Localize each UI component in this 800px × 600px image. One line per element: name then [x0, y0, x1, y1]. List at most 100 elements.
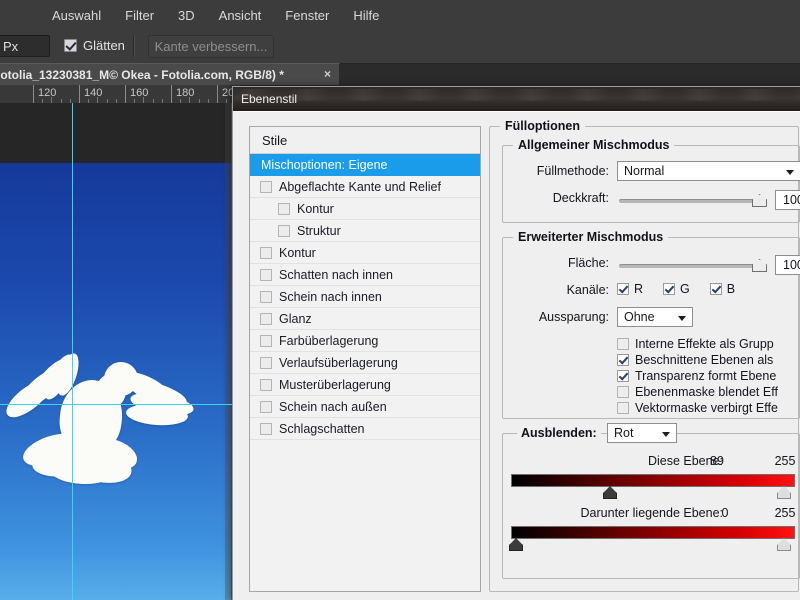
style-list-item-label: Kontur — [297, 201, 334, 216]
image-canvas[interactable] — [0, 103, 232, 600]
menu-bar: Auswahl Filter 3D Ansicht Fenster Hilfe — [0, 0, 800, 31]
channel-checkbox-r[interactable] — [617, 283, 629, 295]
style-list-item[interactable]: Farbüberlagerung — [250, 330, 480, 352]
style-effect-checkbox[interactable] — [260, 356, 272, 369]
style-effect-checkbox[interactable] — [260, 334, 272, 347]
antialias-checkbox[interactable] — [64, 39, 77, 52]
ruler-major-tick — [125, 85, 126, 103]
style-list-item[interactable]: Abgeflachte Kante und Relief — [250, 176, 480, 198]
style-list-item[interactable]: Kontur — [250, 242, 480, 264]
fill-value-field[interactable]: 100 — [775, 255, 800, 275]
dialog-title-bar[interactable]: Ebenenstil — [233, 87, 800, 111]
advanced-blending-checkbox[interactable] — [617, 386, 629, 398]
underlying-layer-min-value: 0 — [721, 506, 729, 520]
advanced-blending-option[interactable]: Vektormaske verbirgt Effe — [617, 400, 778, 416]
advanced-blending-option[interactable]: Transparenz formt Ebene — [617, 368, 778, 384]
this-layer-white-thumb[interactable] — [777, 486, 791, 499]
menu-fenster[interactable]: Fenster — [273, 4, 341, 27]
antialias-option[interactable]: Glätten — [64, 38, 125, 53]
style-list-item[interactable]: Kontur — [250, 198, 480, 220]
refine-edge-button[interactable]: Kante verbessern... — [148, 35, 274, 58]
style-list-item[interactable]: Schein nach außen — [250, 396, 480, 418]
close-icon[interactable]: × — [324, 67, 331, 81]
blend-if-group: Ausblenden: Rot Diese Ebene: 89 255 Daru… — [502, 423, 800, 579]
blend-if-channel-value: Rot — [614, 426, 634, 440]
channel-checkbox-g[interactable] — [663, 283, 676, 295]
style-list-item-label: Musterüberlagerung — [279, 377, 391, 392]
advanced-blending-group: Erweiterter Mischmodus Fläche: 100 Kanäl… — [502, 230, 800, 419]
fill-slider-thumb[interactable] — [752, 259, 767, 272]
underlying-layer-white-thumb[interactable] — [777, 538, 791, 551]
advanced-blending-option[interactable]: Interne Effekte als Grupp — [617, 336, 778, 352]
style-effect-checkbox[interactable] — [278, 224, 290, 237]
document-tab[interactable]: Fotolia_13230381_M© Okea - Fotolia.com, … — [0, 63, 340, 85]
style-list-item[interactable]: Verlaufsüberlagerung — [250, 352, 480, 374]
this-layer-max-value: 255 — [774, 454, 796, 468]
layer-style-dialog: Ebenenstil Stile Mischoptionen: Eigene Ab… — [232, 86, 800, 600]
advanced-blending-checkbox[interactable] — [617, 338, 629, 350]
advanced-blending-checkbox[interactable] — [617, 354, 629, 366]
style-list-item-label: Farbüberlagerung — [279, 333, 379, 348]
channel-g[interactable]: G — [663, 282, 690, 296]
opacity-slider-thumb[interactable] — [752, 194, 767, 207]
style-list-item[interactable]: Schlagschatten — [250, 418, 480, 440]
chevron-down-icon — [678, 316, 686, 321]
channel-checkbox-b[interactable] — [709, 283, 722, 295]
advanced-blending-option[interactable]: Beschnittene Ebenen als — [617, 352, 778, 368]
this-layer-black-thumb[interactable] — [603, 486, 617, 499]
advanced-blending-checkbox[interactable] — [617, 370, 629, 382]
title-bar-gloss — [233, 89, 800, 101]
channel-label: B — [726, 282, 736, 296]
underlying-layer-black-thumb[interactable] — [509, 538, 523, 551]
this-layer-blend-slider[interactable] — [511, 474, 795, 499]
channel-label: G — [680, 282, 690, 296]
menu-3d[interactable]: 3D — [166, 4, 207, 27]
general-blending-legend: Allgemeiner Mischmodus — [513, 138, 675, 152]
style-effect-checkbox[interactable] — [260, 180, 272, 193]
style-list-item[interactable]: Schein nach innen — [250, 286, 480, 308]
blend-mode-select[interactable]: Normal — [617, 161, 800, 181]
styles-listbox[interactable]: Stile Mischoptionen: Eigene Abgeflachte K… — [249, 126, 481, 592]
style-list-item-label: Kontur — [279, 245, 316, 260]
unit-field[interactable]: Px — [0, 35, 50, 57]
knockout-select[interactable]: Ohne — [617, 307, 693, 327]
style-list-item[interactable]: Schatten nach innen — [250, 264, 480, 286]
canvas-scrollbar[interactable] — [225, 103, 232, 600]
style-list-item[interactable]: Musterüberlagerung — [250, 374, 480, 396]
this-layer-min-value: 89 — [710, 454, 724, 468]
style-effect-checkbox[interactable] — [260, 400, 272, 413]
ruler-major-tick — [171, 85, 172, 103]
advanced-blending-checkbox[interactable] — [617, 402, 629, 414]
style-effect-checkbox[interactable] — [260, 246, 272, 259]
fill-slider[interactable] — [619, 259, 767, 272]
blend-if-channel-select[interactable]: Rot — [607, 423, 677, 443]
styles-list: Mischoptionen: Eigene Abgeflachte Kante u… — [250, 154, 480, 440]
opacity-value-field[interactable]: 100 — [775, 190, 800, 210]
opacity-slider[interactable] — [619, 194, 767, 207]
style-effect-checkbox[interactable] — [260, 290, 272, 303]
blending-options-panel: Fülloptionen Allgemeiner Mischmodus Füll… — [489, 119, 800, 592]
style-list-item[interactable]: Struktur — [250, 220, 480, 242]
style-effect-checkbox[interactable] — [260, 422, 272, 435]
style-effect-checkbox[interactable] — [260, 268, 272, 281]
channel-b[interactable]: B — [709, 282, 736, 296]
this-layer-gradient — [511, 474, 795, 487]
style-list-item[interactable]: Mischoptionen: Eigene — [250, 154, 480, 176]
style-effect-checkbox[interactable] — [278, 202, 290, 215]
menu-filter[interactable]: Filter — [113, 4, 166, 27]
ruler-major-tick — [79, 85, 80, 103]
fill-label: Fläche: — [568, 256, 609, 270]
style-effect-checkbox[interactable] — [260, 378, 272, 391]
style-effect-checkbox[interactable] — [260, 312, 272, 325]
menu-ansicht[interactable]: Ansicht — [207, 4, 274, 27]
advanced-blending-option[interactable]: Ebenenmaske blendet Eff — [617, 384, 778, 400]
channel-r[interactable]: R — [617, 282, 643, 296]
style-list-item[interactable]: Glanz — [250, 308, 480, 330]
advanced-blending-legend: Erweiterter Mischmodus — [513, 230, 669, 244]
advanced-blending-option-label: Transparenz formt Ebene — [635, 369, 777, 383]
underlying-layer-max-value: 255 — [774, 506, 796, 520]
menu-hilfe[interactable]: Hilfe — [341, 4, 391, 27]
underlying-layer-blend-slider[interactable] — [509, 526, 795, 551]
menu-auswahl[interactable]: Auswahl — [40, 4, 113, 27]
ruler-major-tick — [217, 85, 218, 103]
